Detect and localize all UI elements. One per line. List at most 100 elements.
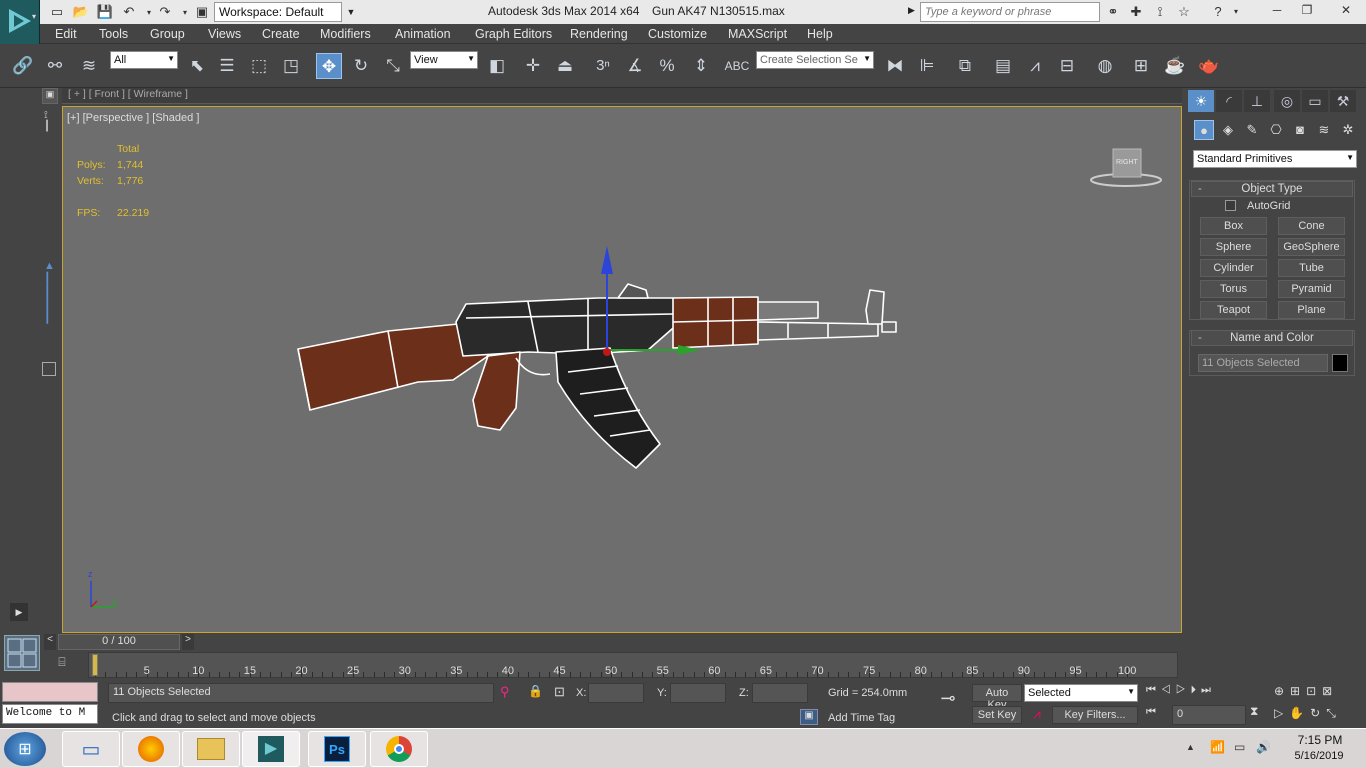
ak47-model[interactable] bbox=[288, 232, 908, 492]
taskbar-3dsmax[interactable]: ▶ bbox=[242, 731, 300, 767]
menu-create[interactable]: Create bbox=[262, 27, 300, 41]
front-viewport-label[interactable]: [ + ] [ Front ] [ Wireframe ] bbox=[62, 88, 1182, 104]
create-tab-icon[interactable]: ☀ bbox=[1188, 90, 1214, 112]
taskbar-file-explorer[interactable] bbox=[182, 731, 240, 767]
time-tag-icon[interactable]: ▣ bbox=[800, 709, 818, 725]
volume-icon[interactable]: 🔊 bbox=[1256, 740, 1271, 754]
keyboard-shortcut-override-icon[interactable]: ⏏ bbox=[552, 53, 578, 79]
taskbar-firefox[interactable] bbox=[122, 731, 180, 767]
add-time-tag-button[interactable]: Add Time Tag bbox=[828, 712, 895, 724]
viewport-layout-icon[interactable]: ▣ bbox=[42, 88, 58, 104]
cameras-icon[interactable]: ⎔ bbox=[1266, 120, 1286, 140]
taskbar-windows-explorer[interactable]: ▭ bbox=[62, 731, 120, 767]
x-coordinate-field[interactable] bbox=[588, 683, 644, 703]
hierarchy-tab-icon[interactable]: ⊥ bbox=[1244, 90, 1270, 112]
help-dropdown-icon[interactable]: ▾ bbox=[1226, 3, 1246, 21]
clock-time[interactable]: 7:15 PM bbox=[1290, 733, 1350, 747]
menu-rendering[interactable]: Rendering bbox=[570, 27, 628, 41]
redo-dropdown-icon[interactable]: ▾ bbox=[176, 3, 194, 21]
menu-customize[interactable]: Customize bbox=[648, 27, 707, 41]
play-strip-icon[interactable]: ▶ bbox=[10, 603, 28, 621]
prev-frame-icon[interactable]: < bbox=[44, 634, 56, 650]
unlink-selection-icon[interactable]: ⚯ bbox=[42, 53, 68, 79]
systems-icon[interactable]: ✲ bbox=[1338, 120, 1358, 140]
communication-icon[interactable]: ⟟ bbox=[1150, 3, 1170, 21]
maxscript-listener-field[interactable]: Welcome to M bbox=[2, 704, 98, 724]
open-file-icon[interactable]: 📂 bbox=[72, 3, 90, 21]
angle-snap-icon[interactable]: ∡ bbox=[622, 53, 648, 79]
viewcube[interactable]: RIGHT bbox=[1089, 145, 1163, 189]
help-icon[interactable]: ? bbox=[1208, 3, 1228, 21]
z-coordinate-field[interactable] bbox=[752, 683, 808, 703]
reference-coordinate-dropdown[interactable]: View ▼ bbox=[410, 51, 478, 69]
select-manipulate-icon[interactable]: ✛ bbox=[520, 53, 546, 79]
set-key-mode-icon[interactable]: ⊸ bbox=[928, 688, 968, 718]
primitive-category-dropdown[interactable]: Standard Primitives ▼ bbox=[1193, 150, 1357, 168]
close-icon[interactable]: ✕ bbox=[1326, 0, 1366, 20]
default-tangent-icon[interactable]: ⩘ bbox=[1026, 706, 1048, 724]
menu-help[interactable]: Help bbox=[807, 27, 833, 41]
viewport-splitter-icon[interactable]: ▲ ┃ ┃ ┃ ┃ bbox=[44, 260, 56, 350]
material-editor-icon[interactable]: ◍ bbox=[1092, 53, 1118, 79]
curve-editor-icon[interactable]: ⩘ bbox=[1022, 53, 1048, 79]
taskbar-chrome[interactable] bbox=[370, 731, 428, 767]
object-type-header[interactable]: - Object Type bbox=[1191, 181, 1353, 197]
viewport-layouts-icon[interactable] bbox=[4, 635, 40, 671]
app-logo-button[interactable]: ▾ bbox=[0, 0, 40, 44]
select-object-icon[interactable]: ⬉ bbox=[184, 53, 210, 79]
viewport-nav-controls-bottom[interactable]: ▷✋↻⤡ bbox=[1274, 706, 1364, 724]
binoculars-icon[interactable]: ⚭ bbox=[1103, 3, 1123, 21]
mirror-icon[interactable]: ⧓ bbox=[882, 53, 908, 79]
project-folder-icon[interactable]: ▣ bbox=[193, 3, 211, 21]
pivot-center-icon[interactable]: ◧ bbox=[484, 53, 510, 79]
current-frame-field[interactable]: 0 bbox=[1172, 705, 1246, 725]
rendered-frame-window-icon[interactable]: ☕ bbox=[1162, 53, 1188, 79]
autogrid-checkbox[interactable] bbox=[1225, 200, 1236, 211]
menu-group[interactable]: Group bbox=[150, 27, 185, 41]
lock-selection-icon[interactable]: ⟟ ┃ bbox=[44, 110, 56, 146]
viewport-label[interactable]: [+] [Perspective ] [Shaded ] bbox=[67, 112, 199, 124]
maxscript-mini-listener-pink[interactable] bbox=[2, 682, 98, 702]
torus-button[interactable]: Torus bbox=[1200, 280, 1267, 298]
object-name-field[interactable]: 11 Objects Selected bbox=[1198, 354, 1328, 372]
time-config-icon[interactable]: ⧗ bbox=[1250, 704, 1270, 724]
redo-icon[interactable]: ↷ bbox=[156, 3, 174, 21]
favorites-star-icon[interactable]: ☆ bbox=[1174, 3, 1194, 21]
selection-filter-dropdown[interactable]: All ▼ bbox=[110, 51, 178, 69]
track-bar[interactable]: 0510152025303540455055606570758085909510… bbox=[88, 652, 1178, 678]
shapes-icon[interactable]: ◈ bbox=[1218, 120, 1238, 140]
workspace-arrow-icon[interactable]: ▼ bbox=[343, 2, 359, 22]
helpers-icon[interactable]: ◙ bbox=[1290, 120, 1310, 140]
align-icon[interactable]: ⊫ bbox=[914, 53, 940, 79]
set-key-button[interactable]: Set Key bbox=[972, 706, 1022, 724]
name-color-header[interactable]: - Name and Color bbox=[1191, 330, 1353, 346]
sphere-button[interactable]: Sphere bbox=[1200, 238, 1267, 256]
minimize-icon[interactable]: ─ bbox=[1262, 0, 1292, 20]
edit-named-selection-icon[interactable]: ABC bbox=[724, 53, 750, 79]
selection-lock-icon[interactable]: 🔒 bbox=[528, 684, 543, 698]
taskbar-photoshop[interactable]: Ps bbox=[308, 731, 366, 767]
geosphere-button[interactable]: GeoSphere bbox=[1278, 238, 1345, 256]
display-tab-icon[interactable]: ▭ bbox=[1302, 90, 1328, 112]
select-and-rotate-icon[interactable]: ↻ bbox=[348, 53, 374, 79]
space-warps-icon[interactable]: ≋ bbox=[1314, 120, 1334, 140]
select-and-move-icon[interactable]: ✥ bbox=[316, 53, 342, 79]
cone-button[interactable]: Cone bbox=[1278, 217, 1345, 235]
rectangular-selection-icon[interactable]: ⬚ bbox=[246, 53, 272, 79]
show-hidden-icons[interactable]: ▲ bbox=[1186, 742, 1195, 752]
select-by-name-icon[interactable]: ☰ bbox=[214, 53, 240, 79]
y-coordinate-field[interactable] bbox=[670, 683, 726, 703]
object-color-swatch[interactable] bbox=[1332, 354, 1348, 372]
plane-button[interactable]: Plane bbox=[1278, 301, 1345, 319]
utilities-tab-icon[interactable]: ⚒ bbox=[1330, 90, 1356, 112]
key-mode-toggle-icon[interactable]: ⏮ bbox=[1146, 706, 1166, 724]
workspace-dropdown[interactable]: Workspace: Default bbox=[214, 2, 342, 22]
layer-manager-icon[interactable]: ⧉ bbox=[952, 53, 978, 79]
pyramid-button[interactable]: Pyramid bbox=[1278, 280, 1345, 298]
snaps-toggle-icon[interactable]: 3ⁿ bbox=[590, 53, 616, 79]
menu-modifiers[interactable]: Modifiers bbox=[320, 27, 371, 41]
window-crossing-icon[interactable]: ◳ bbox=[278, 53, 304, 79]
clock-date[interactable]: 5/16/2019 bbox=[1284, 750, 1354, 762]
time-slider-value[interactable]: 0 / 100 bbox=[58, 634, 180, 650]
isolate-selection-icon[interactable]: ⚲ bbox=[500, 684, 510, 700]
